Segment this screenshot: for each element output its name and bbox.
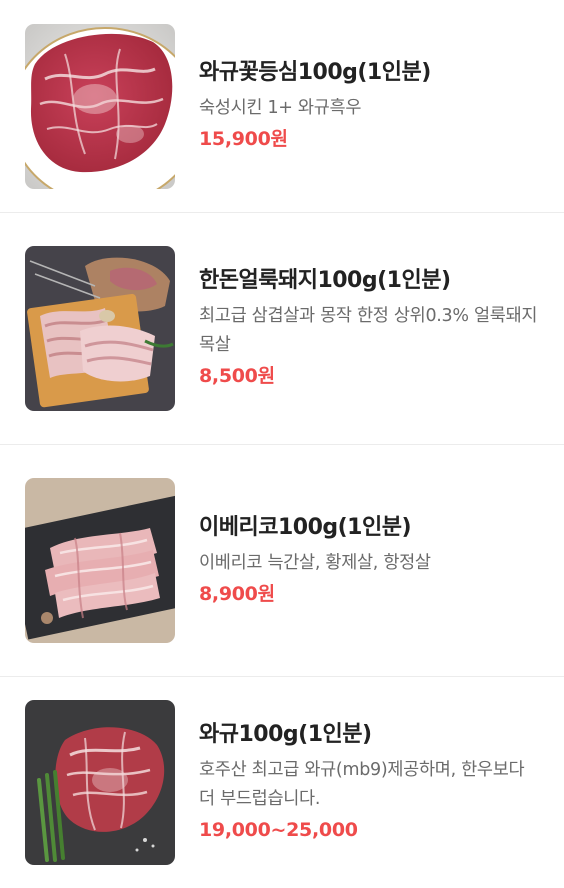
menu-item-description: 호주산 최고급 와규(mb9)제공하며, 한우보다 더 부드럽습니다. — [199, 760, 525, 809]
menu-item-name: 이베리코100g(1인분) — [199, 514, 412, 540]
menu-item[interactable]: 와규꽃등심100g(1인분) 숙성시킨 1+ 와규흑우 15,900원 — [0, 0, 564, 213]
menu-item-info: 한돈얼룩돼지100g(1인분) 최고급 삼겹살과 몽작 한정 상위0.3% 얼룩… — [199, 266, 539, 391]
iberico-pork-slices-image[interactable] — [25, 478, 175, 643]
menu-item-price: 8,900원 — [199, 582, 275, 605]
wagyu-steak-with-asparagus-image[interactable] — [25, 700, 175, 865]
menu-item-info: 와규100g(1인분) 호주산 최고급 와규(mb9)제공하며, 한우보다 더 … — [199, 720, 539, 845]
menu-item[interactable]: 한돈얼룩돼지100g(1인분) 최고급 삼겹살과 몽작 한정 상위0.3% 얼룩… — [0, 213, 564, 445]
menu-item-price: 15,900원 — [199, 128, 288, 150]
menu-list: 와규꽃등심100g(1인분) 숙성시킨 1+ 와규흑우 15,900원 한돈얼룩… — [0, 0, 564, 888]
menu-item-name: 와규100g(1인분) — [199, 722, 372, 747]
menu-item-info: 와규꽃등심100g(1인분) 숙성시킨 1+ 와규흑우 15,900원 — [199, 58, 539, 154]
menu-item-name: 와규꽃등심100g(1인분) — [199, 60, 431, 85]
menu-item-description: 최고급 삼겹살과 몽작 한정 상위0.3% 얼룩돼지 목살 — [199, 306, 538, 355]
menu-item[interactable]: 이베리코100g(1인분) 이베리코 늑간살, 황제살, 항정살 8,900원 — [0, 445, 564, 677]
menu-item-name: 한돈얼룩돼지100g(1인분) — [199, 268, 451, 293]
menu-item-price: 8,500원 — [199, 365, 275, 387]
menu-item-info: 이베리코100g(1인분) 이베리코 늑간살, 황제살, 항정살 8,900원 — [199, 513, 539, 609]
menu-item-price: 19,000~25,000 — [199, 819, 358, 841]
menu-item-description: 이베리코 늑간살, 황제살, 항정살 — [199, 552, 431, 573]
wagyu-ribeye-steak-image[interactable] — [25, 23, 175, 189]
menu-item[interactable]: 와규100g(1인분) 호주산 최고급 와규(mb9)제공하며, 한우보다 더 … — [0, 677, 564, 888]
pork-belly-on-board-image[interactable] — [25, 246, 175, 411]
menu-item-description: 숙성시킨 1+ 와규흑우 — [199, 98, 362, 118]
